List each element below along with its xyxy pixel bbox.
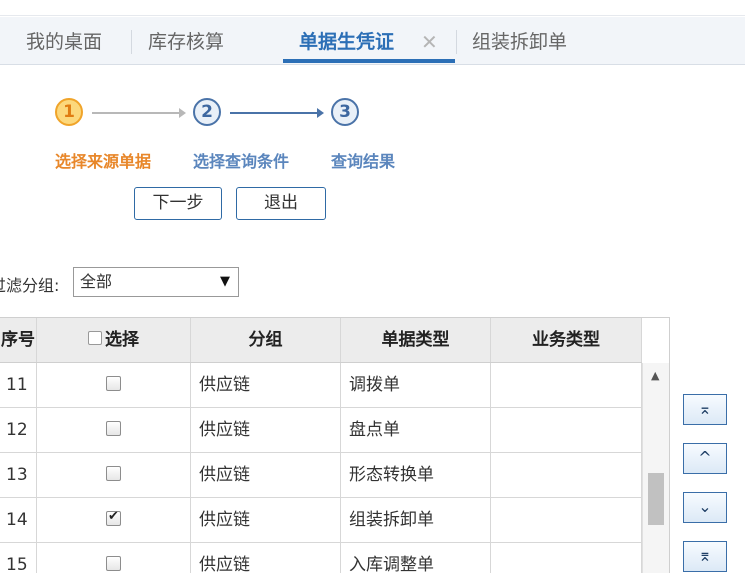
row-doc-type: 盘点单: [341, 408, 491, 452]
header-seq: 序号: [0, 318, 37, 362]
row-biz-type: [491, 498, 642, 542]
tab-divider: [456, 30, 457, 54]
row-doc-type: 形态转换单: [341, 453, 491, 497]
exit-button[interactable]: 退出: [236, 187, 326, 220]
step-1-label: 选择来源单据: [55, 152, 152, 171]
header-select-label: 选择: [105, 330, 139, 350]
row-group: 供应链: [191, 408, 341, 452]
row-select-cell: [37, 453, 191, 497]
row-seq: 14: [0, 498, 37, 542]
select-all-checkbox[interactable]: [88, 331, 102, 345]
tab-my-desktop[interactable]: 我的桌面: [26, 17, 102, 65]
row-doc-type: 入库调整单: [341, 543, 491, 573]
filter-group-value: 全部: [80, 272, 113, 291]
step-3-label: 查询结果: [331, 152, 396, 171]
row-seq: 11: [0, 363, 37, 407]
vertical-scrollbar[interactable]: ▲: [642, 363, 669, 573]
step-3-circle: 3: [331, 98, 359, 126]
table-row[interactable]: 14 供应链 组装拆卸单: [0, 498, 642, 543]
move-top-button[interactable]: ⌅: [683, 394, 727, 425]
tab-divider: [131, 30, 132, 54]
active-tab-indicator: [283, 59, 455, 63]
tab-bar: 我的桌面 库存核算 单据生凭证 组装拆卸单: [0, 17, 745, 65]
header-doc-type: 单据类型: [341, 318, 491, 362]
table-row[interactable]: 11 供应链 调拨单: [0, 363, 642, 408]
row-select-cell: [37, 408, 191, 452]
row-select-cell: [37, 363, 191, 407]
move-bottom-button[interactable]: ⌆: [683, 541, 727, 572]
grid-header: 序号 选择 分组 单据类型 业务类型: [0, 318, 642, 363]
row-checkbox[interactable]: [106, 375, 121, 391]
dropdown-arrow-icon: ▼: [220, 274, 230, 289]
row-group: 供应链: [191, 543, 341, 573]
header-group: 分组: [191, 318, 341, 362]
move-down-button[interactable]: ⌄: [683, 492, 727, 523]
row-doc-type: 调拨单: [341, 363, 491, 407]
header-select: 选择: [37, 318, 191, 362]
step-arrow-icon: [92, 108, 186, 118]
document-type-grid: 序号 选择 分组 单据类型 业务类型 11 供应链 调拨单 12 供应链 盘点单…: [0, 317, 670, 573]
step-2-circle: 2: [193, 98, 221, 126]
move-up-button[interactable]: ^: [683, 443, 727, 474]
row-checkbox[interactable]: [106, 555, 121, 571]
row-group: 供应链: [191, 498, 341, 542]
tab-voucher-generation[interactable]: 单据生凭证: [299, 17, 394, 65]
filter-group-select[interactable]: 全部 ▼: [73, 267, 239, 297]
step-arrow-icon: [230, 108, 324, 118]
row-biz-type: [491, 408, 642, 452]
row-checkbox-checked[interactable]: [106, 508, 121, 526]
table-row[interactable]: 12 供应链 盘点单: [0, 408, 642, 453]
row-biz-type: [491, 453, 642, 497]
row-biz-type: [491, 363, 642, 407]
step-1-circle: 1: [55, 98, 83, 126]
step-2-label: 选择查询条件: [193, 152, 290, 171]
row-checkbox[interactable]: [106, 465, 121, 481]
row-seq: 12: [0, 408, 37, 452]
scrollbar-thumb[interactable]: [648, 473, 664, 525]
table-row[interactable]: 15 供应链 入库调整单: [0, 543, 642, 573]
row-select-cell: [37, 543, 191, 573]
row-group: 供应链: [191, 363, 341, 407]
tab-assembly-disassembly[interactable]: 组装拆卸单: [472, 17, 567, 65]
close-tab-icon[interactable]: ✕: [421, 17, 438, 65]
table-row[interactable]: 13 供应链 形态转换单: [0, 453, 642, 498]
scroll-up-icon[interactable]: ▲: [651, 369, 659, 382]
header-biz-type: 业务类型: [491, 318, 642, 362]
row-select-cell: [37, 498, 191, 542]
filter-group-label: 过滤分组:: [0, 276, 60, 295]
row-seq: 15: [0, 543, 37, 573]
row-biz-type: [491, 543, 642, 573]
row-doc-type: 组装拆卸单: [341, 498, 491, 542]
row-seq: 13: [0, 453, 37, 497]
tab-inventory-accounting[interactable]: 库存核算: [148, 17, 224, 65]
top-strip: [0, 0, 745, 16]
row-checkbox[interactable]: [106, 420, 121, 436]
row-group: 供应链: [191, 453, 341, 497]
next-step-button[interactable]: 下一步: [134, 187, 222, 220]
